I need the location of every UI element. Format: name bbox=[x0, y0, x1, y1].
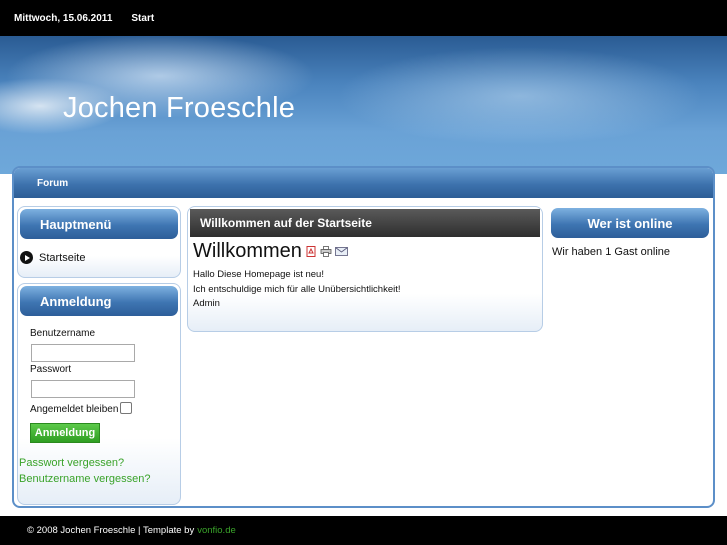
article-icons bbox=[306, 246, 348, 257]
pdf-icon[interactable] bbox=[306, 246, 317, 257]
who-online-title: Wer ist online bbox=[551, 208, 709, 238]
article-heading: Willkommen bbox=[193, 240, 348, 263]
site-title: Jochen Froeschle bbox=[63, 92, 296, 124]
password-label: Passwort bbox=[30, 364, 72, 375]
remember-checkbox[interactable] bbox=[120, 402, 132, 414]
who-online-text: Wir haben 1 Gast online bbox=[552, 246, 671, 258]
footer-copyright: © 2008 Jochen Froeschle | Template by bbox=[27, 525, 195, 536]
nav-item-forum[interactable]: Forum bbox=[37, 178, 68, 189]
current-date: Mittwoch, 15.06.2011 bbox=[14, 12, 113, 24]
menu-item-label: Startseite bbox=[39, 251, 86, 264]
site-footer: © 2008 Jochen Froeschle | Template by vo… bbox=[0, 516, 727, 545]
content-module: Willkommen auf der Startseite Willkommen bbox=[187, 206, 543, 332]
navigation-bar: Forum bbox=[14, 168, 713, 198]
print-icon[interactable] bbox=[320, 246, 332, 257]
remember-label: Angemeldet bleiben bbox=[30, 404, 119, 415]
email-icon[interactable] bbox=[335, 246, 348, 257]
main-menu-title: Hauptmenü bbox=[20, 209, 178, 239]
content-section-title: Willkommen auf der Startseite bbox=[190, 209, 540, 237]
who-online-module: Wer ist online Wir haben 1 Gast online bbox=[549, 206, 711, 258]
site-header: Jochen Froeschle bbox=[0, 36, 727, 174]
login-title: Anmeldung bbox=[20, 286, 178, 316]
login-module: Anmeldung Benutzername Passwort Angemeld… bbox=[17, 283, 181, 505]
play-bullet-icon bbox=[20, 251, 33, 264]
password-input[interactable] bbox=[31, 380, 135, 398]
top-bar: Mittwoch, 15.06.2011 Start bbox=[0, 0, 727, 36]
username-input[interactable] bbox=[31, 344, 135, 362]
article-line: Admin bbox=[193, 298, 220, 309]
main-menu-module: Hauptmenü Startseite bbox=[17, 206, 181, 278]
article-title: Willkommen bbox=[193, 240, 302, 262]
main-frame: Forum Hauptmenü Startseite Anmeldung Ben… bbox=[12, 166, 715, 508]
start-link[interactable]: Start bbox=[131, 13, 154, 24]
forgot-username-link[interactable]: Benutzername vergessen? bbox=[19, 473, 150, 485]
menu-item-startseite[interactable]: Startseite bbox=[20, 251, 85, 264]
footer-credit-link[interactable]: vonfio.de bbox=[197, 525, 236, 536]
username-label: Benutzername bbox=[30, 328, 96, 339]
article-line: Ich entschuldige mich für alle Unübersic… bbox=[193, 284, 401, 295]
login-button[interactable]: Anmeldung bbox=[30, 423, 100, 443]
article-line: Hallo Diese Homepage ist neu! bbox=[193, 269, 324, 280]
forgot-password-link[interactable]: Passwort vergessen? bbox=[19, 457, 124, 469]
